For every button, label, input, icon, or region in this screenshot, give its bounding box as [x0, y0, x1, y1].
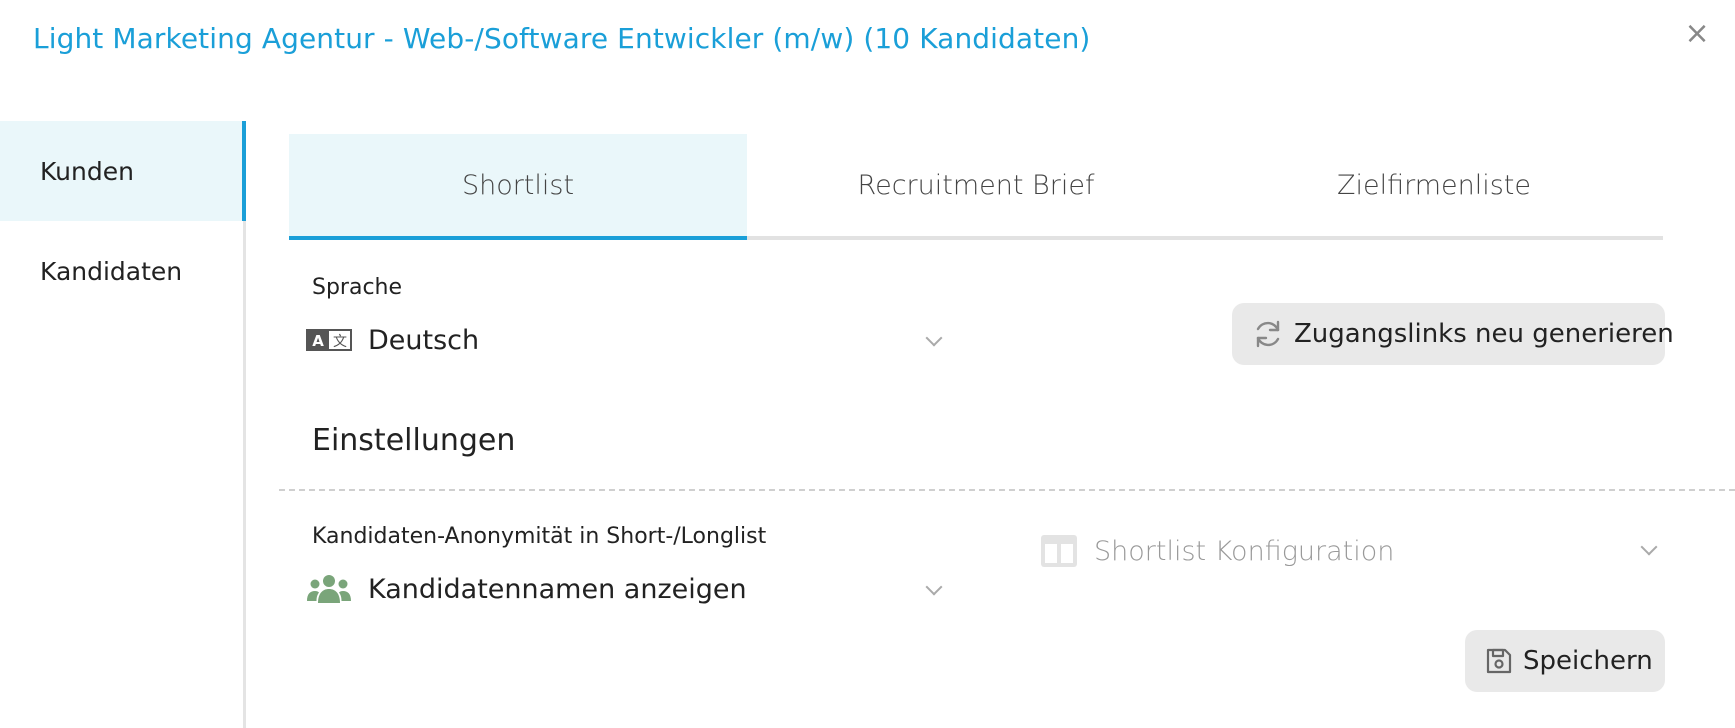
language-label: Sprache: [312, 275, 403, 300]
tab-zielfirmenliste[interactable]: Zielfirmenliste: [1205, 134, 1663, 236]
floppy-icon: [1485, 647, 1523, 675]
close-icon[interactable]: ×: [1684, 19, 1709, 49]
regenerate-links-label: Zugangslinks neu generieren: [1294, 319, 1674, 349]
tab-label: Shortlist: [461, 169, 575, 201]
tab-shortlist[interactable]: Shortlist: [289, 134, 747, 240]
anonymity-value: Kandidatennamen anzeigen: [368, 573, 747, 605]
refresh-icon: [1252, 318, 1294, 350]
users-icon: [306, 573, 352, 605]
tab-recruitment-brief[interactable]: Recruitment Brief: [747, 134, 1205, 236]
tab-label: Zielfirmenliste: [1336, 169, 1532, 201]
anonymity-label: Kandidaten-Anonymität in Short-/Longlist: [312, 524, 767, 549]
translate-icon: A 文: [306, 328, 352, 352]
shortlist-config-value: Shortlist Konfiguration: [1094, 535, 1395, 567]
sidebar-item-kunden[interactable]: Kunden: [0, 121, 246, 221]
sidebar: Kunden Kandidaten: [0, 121, 246, 728]
tab-bar: Shortlist Recruitment Brief Zielfirmenli…: [289, 134, 1663, 240]
settings-title: Einstellungen: [312, 423, 516, 458]
chevron-down-icon: [1640, 538, 1658, 556]
regenerate-links-button[interactable]: Zugangslinks neu generieren: [1232, 303, 1674, 365]
sidebar-item-kandidaten[interactable]: Kandidaten: [0, 221, 244, 321]
chevron-down-icon: [925, 329, 943, 347]
svg-text:文: 文: [333, 334, 347, 350]
chevron-down-icon: [925, 578, 943, 596]
columns-icon: [1040, 534, 1078, 568]
page-title: Light Marketing Agentur - Web-/Software …: [33, 22, 1091, 55]
save-label: Speichern: [1523, 646, 1653, 676]
tab-label: Recruitment Brief: [857, 169, 1095, 201]
language-select[interactable]: A 文 Deutsch: [306, 318, 946, 362]
section-divider: [279, 489, 1735, 491]
language-value: Deutsch: [368, 324, 480, 356]
svg-text:A: A: [312, 332, 324, 350]
anonymity-select[interactable]: Kandidatennamen anzeigen: [306, 567, 946, 611]
shortlist-config-select[interactable]: Shortlist Konfiguration: [1040, 529, 1662, 573]
sidebar-item-label: Kandidaten: [40, 256, 183, 286]
save-button[interactable]: Speichern: [1465, 630, 1665, 692]
sidebar-item-label: Kunden: [40, 156, 134, 186]
